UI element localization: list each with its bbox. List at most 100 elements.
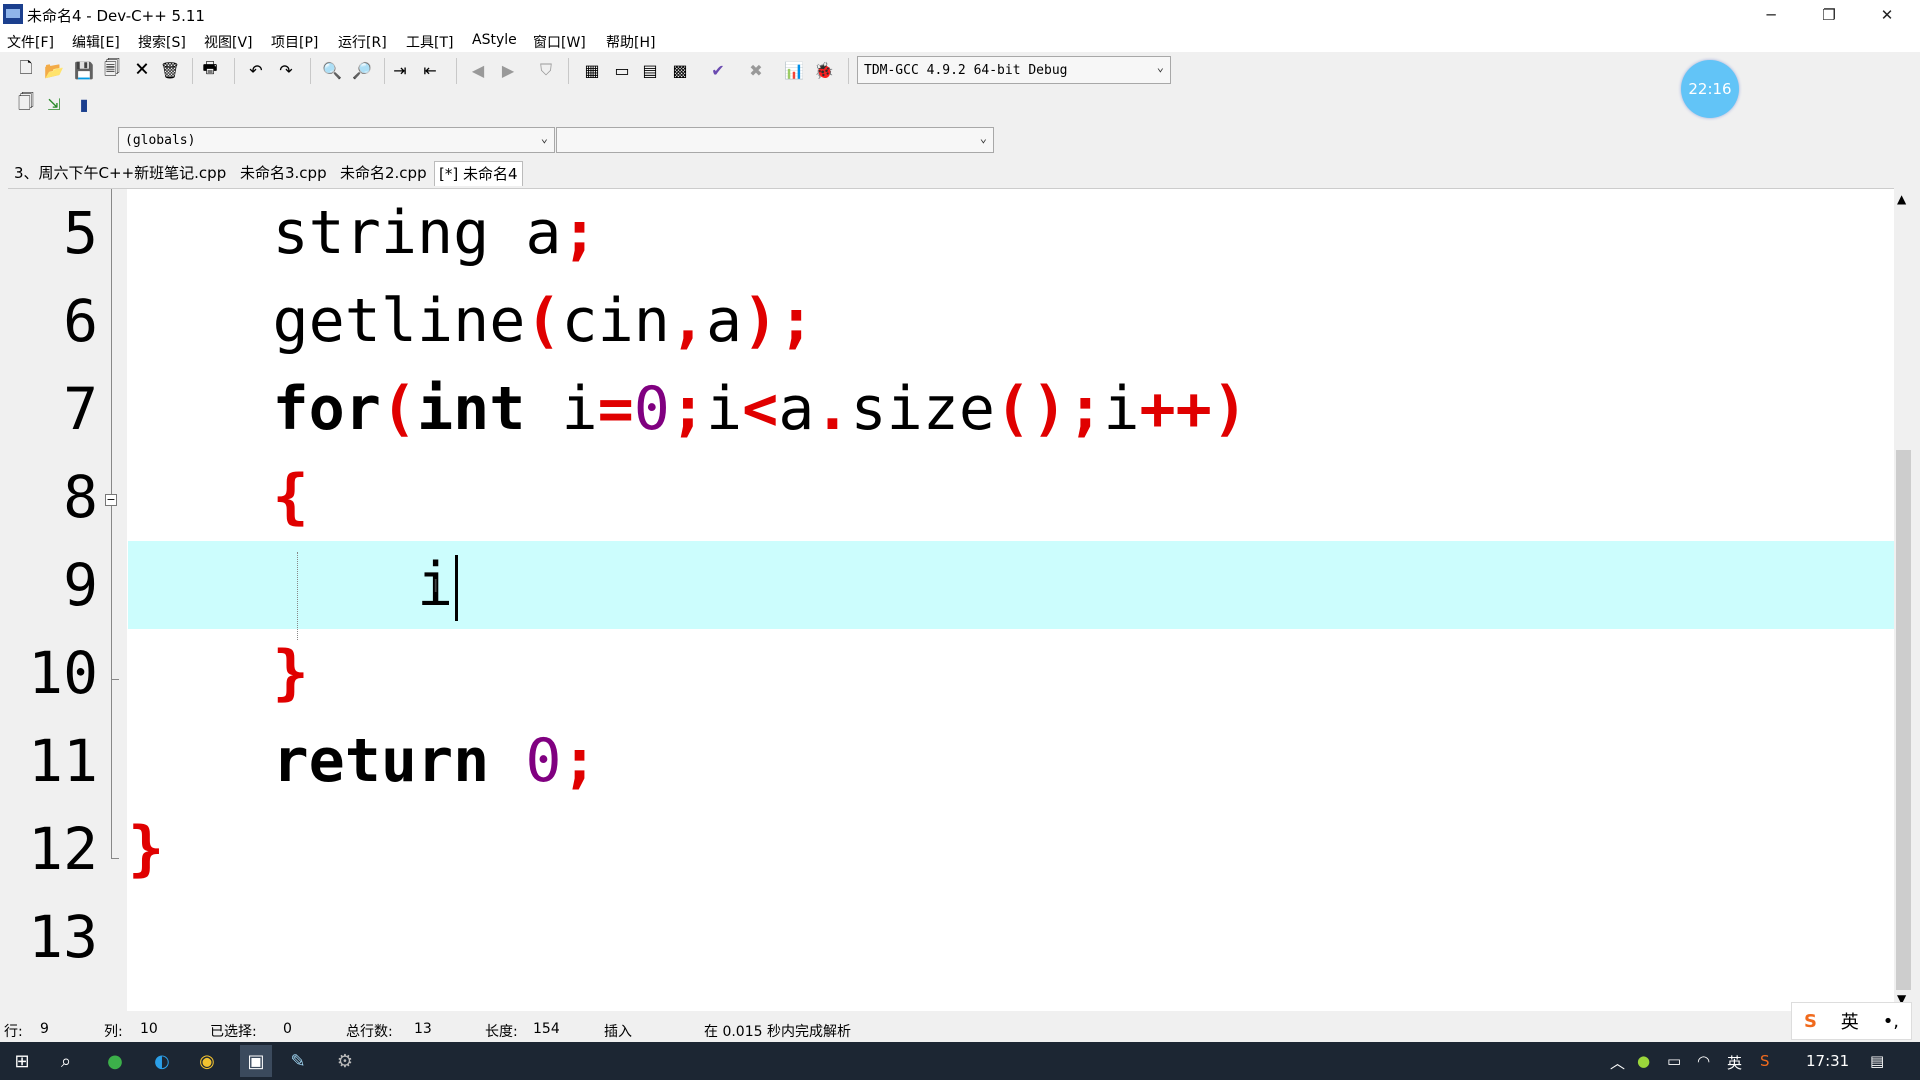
code-token: for (272, 374, 381, 444)
status-bar: 行: 9 列: 10 已选择: 0 总行数: 13 长度: 154 插入 在 0… (0, 1016, 1920, 1042)
current-code-line[interactable]: i (128, 541, 1894, 629)
toolbar-separator (384, 58, 385, 84)
fold-collapse-icon[interactable]: − (105, 494, 117, 506)
ime-toolbar[interactable]: S 英 •, (1791, 1002, 1912, 1040)
code-token: = (597, 374, 634, 444)
ime-language[interactable]: 英 (1841, 1008, 1859, 1034)
close-file-icon[interactable]: 🗙 (130, 58, 154, 82)
code-line[interactable]: string a; (128, 189, 1894, 277)
status-sel-value: 0 (283, 1021, 292, 1037)
tray-expand-icon[interactable]: ︿ (1610, 1052, 1625, 1073)
tab-note-file[interactable]: 3、周六下午C++新班笔记.cpp (10, 161, 230, 185)
code-token: int (417, 374, 526, 444)
tool-taskbar-icon[interactable]: ⚙ (333, 1049, 357, 1073)
code-line[interactable]: { (128, 453, 1894, 541)
run-icon[interactable]: ▭ (610, 58, 634, 82)
menu-edit[interactable]: 编辑[E] (72, 32, 120, 52)
print-icon[interactable]: 🖶 (198, 58, 222, 82)
line-number: 11 (28, 727, 98, 795)
code-line[interactable]: getline(cin,a); (128, 277, 1894, 365)
search-icon[interactable]: ⌕ (54, 1049, 78, 1073)
close-all-icon[interactable]: 🗑 (158, 58, 182, 82)
code-token: ; (669, 374, 706, 444)
restore-button[interactable]: ❐ (1800, 0, 1858, 29)
toolbar-separator (848, 58, 849, 84)
project-new-icon[interactable]: 🗍 (14, 92, 38, 116)
menu-run[interactable]: 运行[R] (338, 32, 387, 52)
tab-untitled2[interactable]: 未命名2.cpp (336, 161, 431, 185)
rebuild-icon[interactable]: ▩ (668, 58, 692, 82)
fold-end-marker (111, 679, 119, 680)
compile-run-icon[interactable]: ▤ (638, 58, 662, 82)
menu-view[interactable]: 视图[V] (204, 32, 253, 52)
chrome-browser-icon[interactable]: ◉ (195, 1049, 219, 1073)
menu-tools[interactable]: 工具[T] (406, 32, 453, 52)
new-file-icon[interactable]: 🗋 (14, 58, 38, 82)
stop-icon[interactable]: ✖ (744, 58, 768, 82)
tab-untitled4[interactable]: [*] 未命名4 (434, 161, 523, 186)
windows-start-icon[interactable]: ⊞ (10, 1049, 34, 1073)
forward-icon[interactable]: ▶ (496, 58, 520, 82)
timer-value: 22:16 (1688, 80, 1732, 98)
code-token: ) (1211, 374, 1248, 444)
chart-icon[interactable]: 📊 (782, 58, 806, 82)
code-token: } (272, 638, 309, 708)
battery-icon[interactable]: ▭ (1667, 1052, 1681, 1070)
tab-untitled3[interactable]: 未命名3.cpp (236, 161, 331, 185)
code-token: cin (561, 286, 670, 356)
scroll-up-icon[interactable]: ▲ (1897, 192, 1906, 206)
sogou-tray-icon[interactable]: S (1760, 1052, 1770, 1070)
code-editor[interactable]: 5 6 7 8 9 10 11 12 13 − string a; getlin… (8, 188, 1894, 1011)
debug-icon[interactable]: 🐞 (812, 58, 836, 82)
project-add-icon[interactable]: ⇲ (42, 92, 66, 116)
menu-astyle[interactable]: AStyle (472, 32, 517, 48)
minimize-button[interactable]: ─ (1742, 0, 1800, 29)
code-line[interactable]: return 0; (128, 717, 1894, 805)
notepad-taskbar-icon[interactable]: ✎ (286, 1049, 310, 1073)
project-options-icon[interactable]: ▮ (72, 92, 96, 116)
tray-language[interactable]: 英 (1727, 1052, 1742, 1073)
compiler-select[interactable]: TDM-GCC 4.9.2 64-bit Debug ⌄ (857, 56, 1171, 84)
vertical-scrollbar[interactable]: ▲ ▼ (1894, 188, 1914, 1010)
open-file-icon[interactable]: 📂 (42, 58, 66, 82)
bookmark-icon[interactable]: ⛉ (534, 58, 558, 82)
menu-help[interactable]: 帮助[H] (606, 32, 655, 52)
menu-search[interactable]: 搜索[S] (138, 32, 186, 52)
close-button[interactable]: ✕ (1858, 0, 1916, 29)
app-green-icon[interactable]: ● (103, 1049, 127, 1073)
code-line[interactable]: } (128, 805, 1894, 893)
undo-icon[interactable]: ↶ (244, 58, 268, 82)
edge-browser-icon[interactable]: ◐ (150, 1049, 174, 1073)
wifi-icon[interactable]: ◠ (1697, 1052, 1710, 1070)
replace-icon[interactable]: 🔎 (350, 58, 374, 82)
menu-file[interactable]: 文件[F] (7, 32, 54, 52)
code-token: ; (778, 286, 815, 356)
code-line[interactable]: for(int i=0;i<a.size();i++) (128, 365, 1894, 453)
menu-window[interactable]: 窗口[W] (533, 32, 586, 52)
code-token: ++ (1139, 374, 1212, 444)
scope-select[interactable]: (globals) ⌄ (118, 127, 555, 153)
tray-app-icon[interactable]: ● (1637, 1052, 1650, 1070)
find-icon[interactable]: 🔍 (320, 58, 344, 82)
redo-icon[interactable]: ↷ (274, 58, 298, 82)
compile-icon[interactable]: ▦ (580, 58, 604, 82)
indent-icon[interactable]: ⇥ (388, 58, 412, 82)
menu-project[interactable]: 项目[P] (271, 32, 318, 52)
member-select[interactable]: ⌄ (556, 127, 994, 153)
taskbar-clock[interactable]: 17:31 (1806, 1052, 1849, 1070)
unindent-icon[interactable]: ⇤ (418, 58, 442, 82)
save-icon[interactable]: 💾 (72, 58, 96, 82)
status-lines-value: 13 (414, 1021, 432, 1037)
chevron-down-icon: ⌄ (1156, 60, 1164, 74)
sogou-logo-icon: S (1803, 1010, 1817, 1032)
code-token: i (525, 374, 598, 444)
scrollbar-thumb[interactable] (1896, 450, 1911, 990)
back-icon[interactable]: ◀ (466, 58, 490, 82)
code-line[interactable]: } (128, 629, 1894, 717)
line-number: 9 (63, 551, 98, 619)
check-syntax-icon[interactable]: ✔ (706, 58, 730, 82)
devcpp-taskbar-icon[interactable]: ▣ (240, 1045, 272, 1077)
save-all-icon[interactable]: 🗐 (100, 58, 124, 82)
ime-punctuation-icon[interactable]: •, (1883, 1011, 1899, 1032)
notification-icon[interactable]: ▤ (1870, 1052, 1884, 1070)
